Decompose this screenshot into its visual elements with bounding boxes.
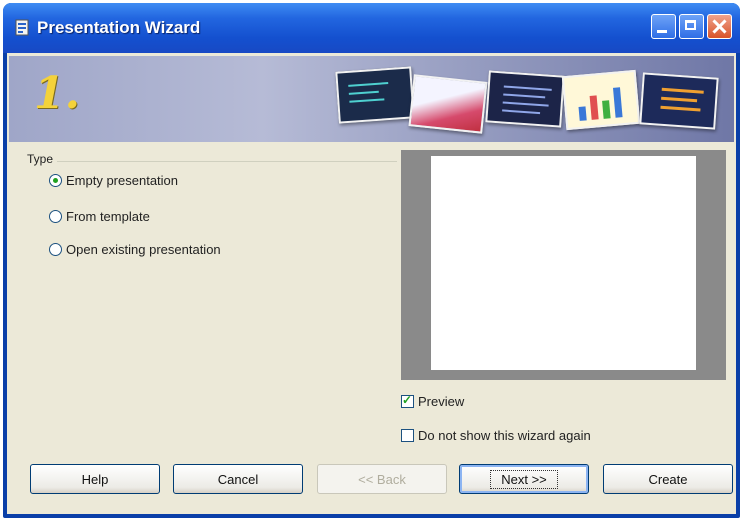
create-button[interactable]: Create xyxy=(603,464,733,494)
next-button[interactable]: Next >> xyxy=(459,464,589,494)
radio-button-selected[interactable] xyxy=(49,173,62,187)
radio-label: Open existing presentation xyxy=(66,241,221,257)
slide-thumbnail-bar-chart xyxy=(561,69,641,131)
type-group-label: Type xyxy=(27,152,58,166)
preview-pane xyxy=(401,150,726,380)
preview-slide xyxy=(431,156,696,370)
dialog-body: 1. Type Empty presentation From template… xyxy=(7,53,736,514)
radio-from-template[interactable]: From template xyxy=(49,207,150,225)
step-number: 1. xyxy=(34,68,80,119)
slide-thumbnail-dark xyxy=(335,66,415,124)
help-button[interactable]: Help xyxy=(30,464,160,494)
dont-show-checkbox[interactable] xyxy=(401,429,414,442)
back-button-label: << Back xyxy=(358,471,406,487)
title-bar[interactable]: Presentation Wizard xyxy=(3,3,740,53)
radio-open-existing[interactable]: Open existing presentation xyxy=(49,240,221,258)
help-button-label: Help xyxy=(81,471,109,487)
preview-checkbox-label: Preview xyxy=(418,394,465,409)
minimize-button[interactable] xyxy=(651,14,676,39)
create-button-label: Create xyxy=(648,471,688,487)
slide-thumbnail-list xyxy=(485,70,565,128)
preview-checkbox[interactable] xyxy=(401,393,414,408)
slide-thumbnail-chart xyxy=(408,74,488,134)
next-button-label: Next >> xyxy=(490,469,558,489)
window-title: Presentation Wizard xyxy=(37,18,201,37)
radio-empty-presentation[interactable]: Empty presentation xyxy=(49,171,178,189)
back-button[interactable]: << Back xyxy=(317,464,447,494)
radio-button[interactable] xyxy=(49,242,62,256)
radio-label: Empty presentation xyxy=(66,172,179,188)
preview-checkbox-row[interactable]: Preview xyxy=(401,393,465,409)
radio-button[interactable] xyxy=(49,209,62,223)
wizard-window: Presentation Wizard 1. Type Empty presen… xyxy=(3,3,740,518)
close-button[interactable] xyxy=(707,14,732,39)
cancel-button[interactable]: Cancel xyxy=(173,464,303,494)
dont-show-checkbox-label: Do not show this wizard again xyxy=(418,428,591,443)
maximize-button[interactable] xyxy=(679,14,704,39)
radio-label: From template xyxy=(66,208,150,224)
cancel-button-label: Cancel xyxy=(217,471,259,487)
dont-show-checkbox-row[interactable]: Do not show this wizard again xyxy=(401,428,591,443)
app-icon xyxy=(15,19,29,36)
slide-thumbnail-orange xyxy=(639,72,719,130)
wizard-banner: 1. xyxy=(9,56,734,142)
